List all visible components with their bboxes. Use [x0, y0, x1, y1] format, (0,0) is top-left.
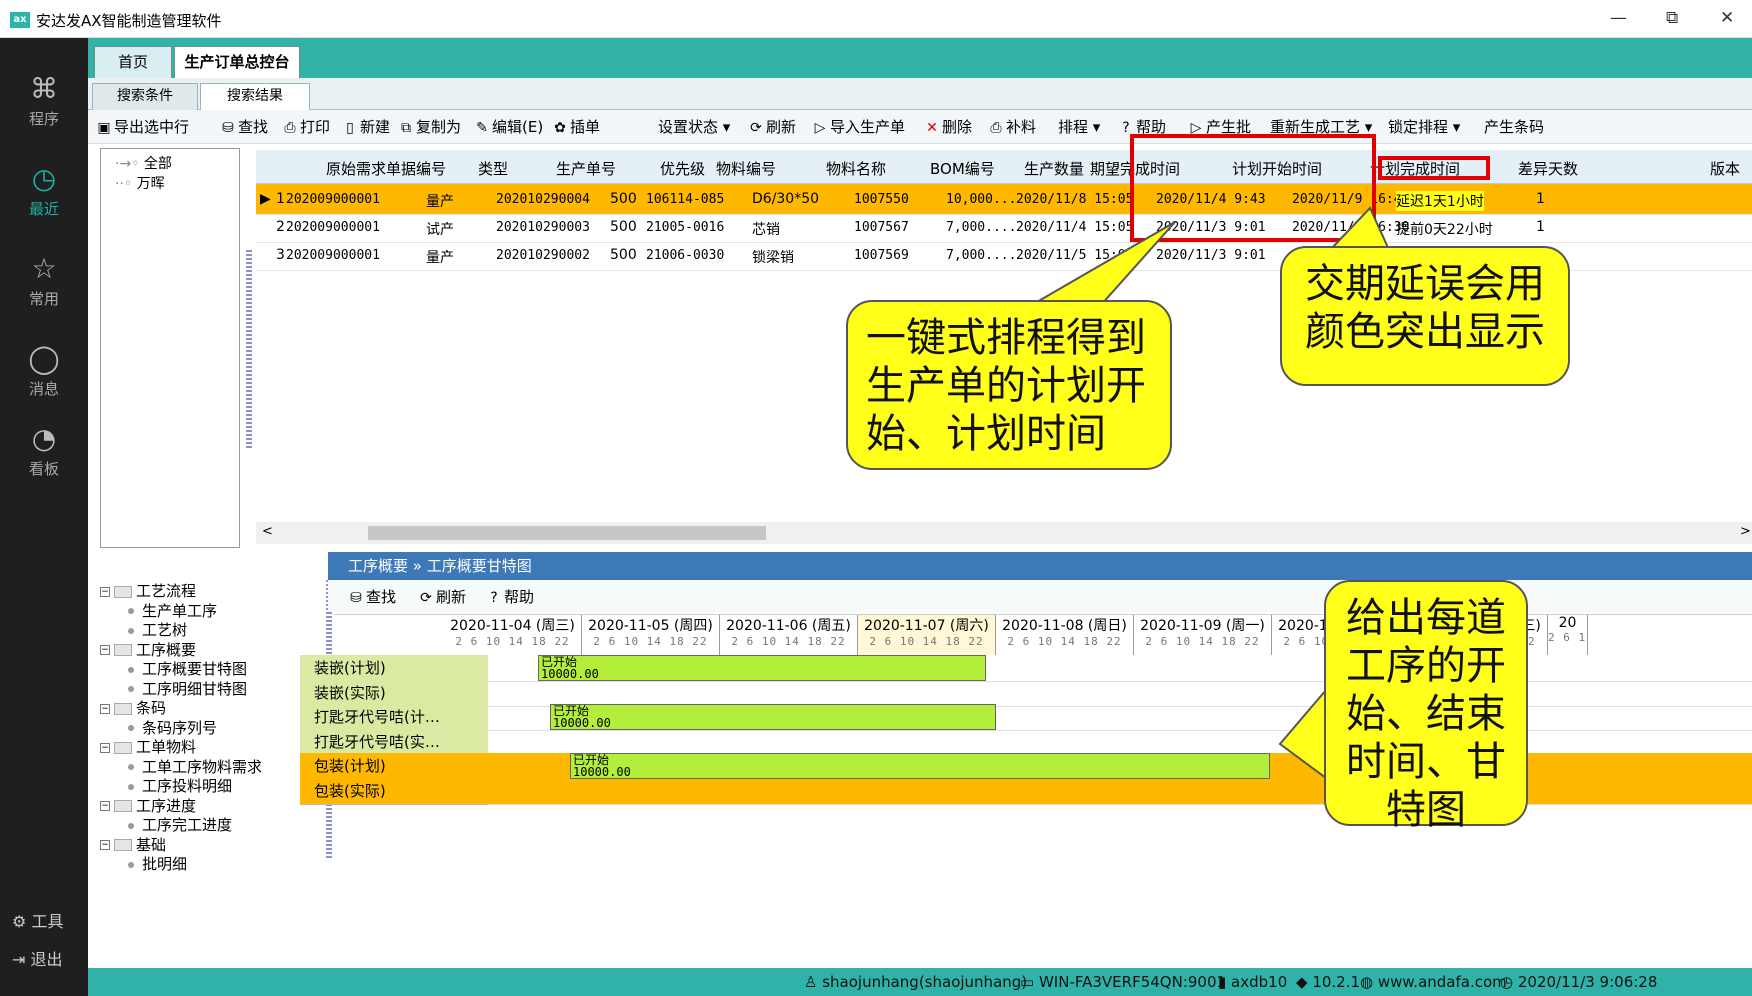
callout-schedule: 一键式排程得到生产单的计划开始、计划时间 — [846, 300, 1172, 470]
app-window: { "app":{"title":"安达发AX智能制造管理软件","logo":… — [0, 0, 1752, 996]
callout-gantt: 给出每道工序的开始、结束时间、甘特图 — [1324, 580, 1528, 833]
callout-delay: 交期延误会用颜色突出显示 — [1280, 246, 1570, 386]
callout-pointers — [1026, 206, 1392, 780]
